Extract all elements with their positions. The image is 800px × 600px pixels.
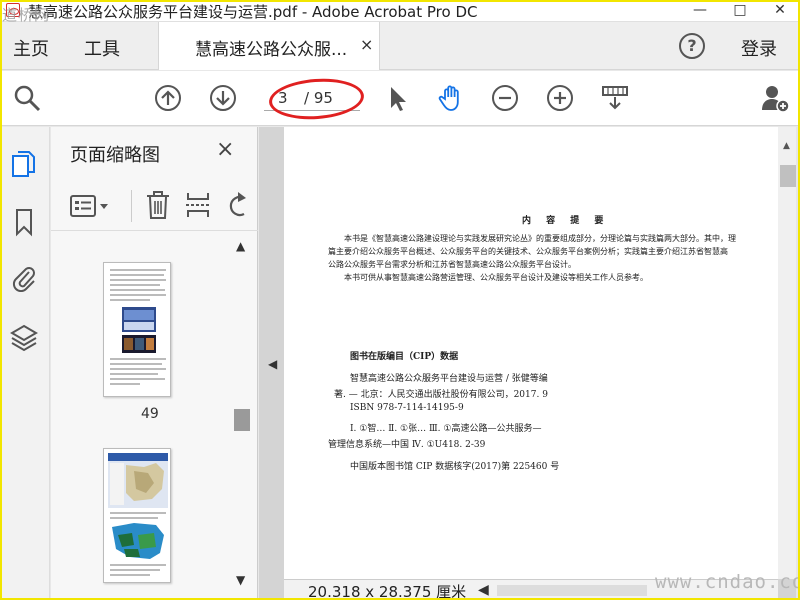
thumbnail-scrollbar[interactable]: ▲ ▼ (232, 237, 252, 597)
panel-close-button[interactable]: × (216, 137, 234, 162)
cip-line: 中国版本图书馆 CIP 数据核字(2017)第 225460 号 (350, 462, 560, 472)
share-user-icon[interactable] (760, 83, 790, 113)
thumbnail-options-icon[interactable] (69, 193, 111, 219)
cip-line: 智慧高速公路公众服务平台建设与运营 / 张健等编 (350, 374, 548, 384)
page-dimensions: 20.318 x 28.375 厘米 (308, 583, 467, 600)
login-button[interactable]: 登录 (741, 35, 777, 61)
cip-line: ISBN 978-7-114-14195-9 (350, 403, 464, 413)
cip-heading: 图书在版编目（CIP）数据 (350, 352, 459, 362)
hand-icon[interactable] (436, 83, 466, 113)
summary-heading: 内 容 提 要 (522, 216, 610, 226)
hscroll-left-icon[interactable]: ◀ (478, 582, 489, 598)
document-scrollbar[interactable]: ▲ (778, 127, 798, 579)
scroll-mode-icon[interactable] (600, 83, 630, 113)
search-zoom-icon[interactable] (12, 83, 42, 113)
thumbnail-page-label: 49 (141, 406, 159, 422)
hscroll-thumb[interactable] (497, 585, 647, 596)
rotate-icon[interactable] (224, 190, 250, 220)
minimize-button[interactable]: — (680, 0, 720, 22)
window-title: 慧高速公路公众服务平台建设与运营.pdf - Adobe Acrobat Pro… (28, 3, 478, 21)
toolbar-divider (131, 190, 132, 222)
select-pointer-icon[interactable] (383, 83, 413, 113)
help-button[interactable]: ? (679, 33, 705, 59)
zoom-out-icon[interactable] (490, 83, 520, 113)
tab-home[interactable]: 主页 (13, 35, 49, 61)
doc-scroll-up-icon[interactable]: ▲ (783, 141, 790, 151)
maximize-button[interactable]: □ (720, 0, 760, 22)
attachments-icon[interactable] (10, 262, 38, 292)
page-thumbnail-50[interactable] (103, 448, 171, 583)
document-tab-close-button[interactable]: × (360, 35, 373, 54)
watermark-bottom: www.cndao.com (655, 571, 800, 593)
tab-document[interactable]: 慧高速公路公众服... × (158, 22, 380, 70)
page-thumbnails-icon[interactable] (10, 149, 38, 179)
pdf-page: 内 容 提 要 本书是《智慧高速公路建设理论与实践发展研究论丛》的重要组成部分，… (284, 127, 794, 579)
scrollbar-thumb[interactable] (234, 409, 250, 431)
thumbnail-panel: 页面缩略图 × ▲ ▼ 49 (51, 127, 258, 600)
summary-line: 本书可供从事智慧高速公路营运管理、公众服务平台设计及建设等相关工作人员参考。 (344, 273, 648, 282)
collapse-panel-icon[interactable]: ◀ (268, 357, 277, 371)
main-toolbar: 3 / 95 (0, 71, 800, 126)
page-thumbnail-49[interactable] (103, 262, 171, 397)
summary-line: 本书是《智慧高速公路建设理论与实践发展研究论丛》的重要组成部分，分理论篇与实践篇… (344, 234, 736, 243)
tab-tools[interactable]: 工具 (84, 35, 120, 61)
extract-icon[interactable] (184, 190, 212, 220)
title-bar: 慧高速公路公众服务平台建设与运营.pdf - Adobe Acrobat Pro… (0, 0, 800, 24)
summary-line: 篇主要介绍公众服务平台概述、公众服务平台的关键技术、公众服务平台案例分析；实践篇… (328, 247, 728, 256)
window-edge (796, 127, 800, 600)
tab-bar: 主页 工具 慧高速公路公众服... × ? 登录 (0, 22, 800, 70)
scroll-up-icon[interactable]: ▲ (236, 239, 245, 253)
cip-line: 著. — 北京：人民交通出版社股份有限公司，2017. 9 (334, 390, 548, 400)
thumbnail-content (108, 453, 168, 576)
left-nav-rail (0, 127, 50, 600)
thumbnail-content (110, 269, 166, 385)
summary-line: 公路公众服务平台需求分析和江苏省智慧高速公路公众服务平台设计。 (328, 260, 576, 269)
zoom-in-icon[interactable] (545, 83, 575, 113)
bookmarks-icon[interactable] (10, 207, 38, 237)
panel-title: 页面缩略图 (70, 145, 160, 166)
page-up-icon[interactable] (153, 83, 183, 113)
layers-icon[interactable] (10, 322, 38, 352)
delete-icon[interactable] (144, 190, 172, 220)
cip-line: Ⅰ. ①智… Ⅱ. ①张… Ⅲ. ①高速公路—公共服务— (350, 424, 542, 434)
doc-scrollbar-thumb[interactable] (780, 165, 796, 187)
cip-line: 管理信息系统—中国 Ⅳ. ①U418. 2-39 (328, 440, 486, 450)
close-window-button[interactable]: ✕ (760, 0, 800, 22)
thumbnail-toolbar (51, 181, 258, 231)
scroll-down-icon[interactable]: ▼ (236, 573, 245, 587)
page-down-icon[interactable] (208, 83, 238, 113)
document-tab-label: 慧高速公路公众服... (195, 40, 348, 60)
